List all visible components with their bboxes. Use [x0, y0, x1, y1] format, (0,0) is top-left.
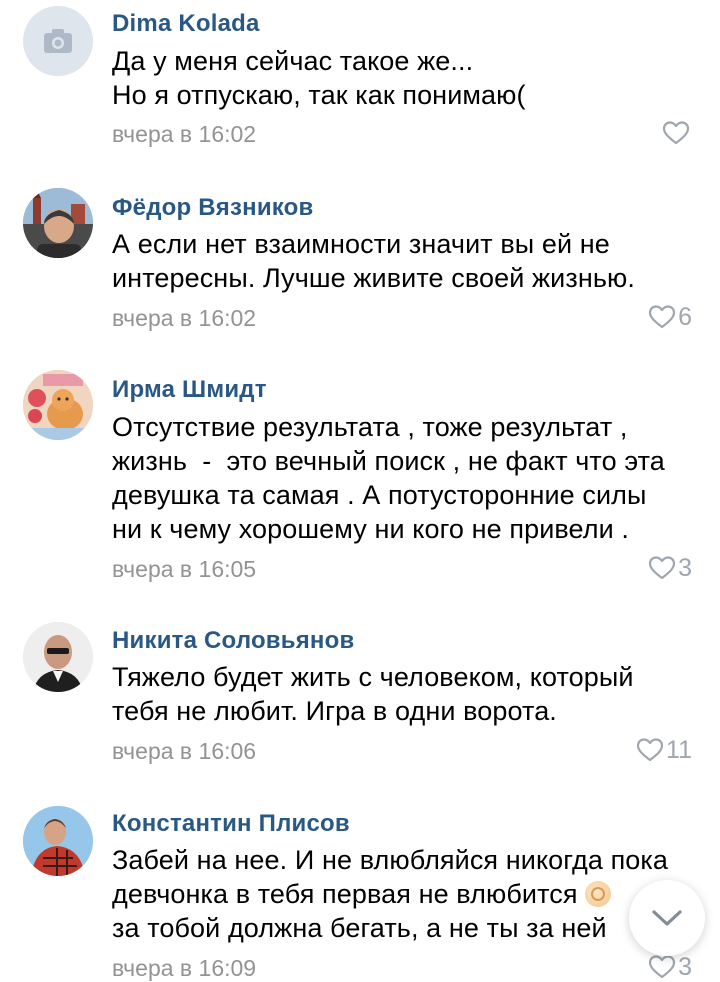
- avatar[interactable]: [23, 188, 93, 258]
- comment-text-line: за тобой должна бегать, а не ты за ней: [112, 913, 607, 943]
- comment-author[interactable]: Dima Kolada: [112, 10, 260, 38]
- comment-text-line: Да у меня сейчас такое же...: [112, 46, 474, 76]
- comment-author[interactable]: Ирма Шмидт: [112, 376, 267, 404]
- user-photo-icon: [23, 806, 93, 876]
- like-button[interactable]: 3: [648, 553, 692, 583]
- like-count: 6: [678, 302, 692, 331]
- comment-text-line: тебя не любит. Игра в одни ворота.: [112, 696, 557, 726]
- heart-outline-icon: [648, 955, 676, 979]
- comment-text-line: девушка та самая . А потусторонние силы: [112, 480, 647, 510]
- like-count: 3: [678, 553, 692, 582]
- comment-text-line: ни к чему хорошему ни кого не привели .: [112, 514, 629, 544]
- scroll-down-button[interactable]: [629, 880, 705, 956]
- comment-text-fragment: девчонка в тебя первая не влюбится: [112, 879, 578, 909]
- comment-text-line: А если нет взаимности значит вы ей не: [112, 229, 610, 259]
- comment-text-line: жизнь - это вечный поиск , не факт что э…: [112, 446, 665, 476]
- camera-placeholder-icon: [44, 29, 72, 53]
- avatar[interactable]: [23, 622, 93, 692]
- comment-time[interactable]: вчера в 16:02: [112, 121, 256, 148]
- comment-author[interactable]: Константин Плисов: [112, 810, 350, 838]
- chevron-down-icon: [652, 910, 682, 926]
- comment-author[interactable]: Фёдор Вязников: [112, 194, 313, 222]
- comment-text-line: Забей на нее. И не влюбляйся никогда пок…: [112, 845, 669, 875]
- user-photo-icon: [23, 188, 93, 258]
- like-button[interactable]: 11: [636, 735, 692, 765]
- comment-author[interactable]: Никита Соловьянов: [112, 627, 354, 655]
- heart-outline-icon: [648, 556, 676, 580]
- user-photo-icon: [23, 622, 93, 692]
- comment-text-line: девчонка в тебя первая не влюбится: [112, 879, 612, 910]
- avatar[interactable]: [23, 370, 93, 440]
- like-count: 3: [678, 952, 692, 981]
- like-count: 11: [666, 735, 692, 764]
- comment-text-line: интересны. Лучше живите своей жизнью.: [112, 263, 635, 293]
- user-photo-icon: [23, 370, 93, 440]
- avatar[interactable]: [23, 6, 93, 76]
- ok-hand-emoji-icon: [585, 881, 612, 907]
- heart-outline-icon: [636, 738, 664, 762]
- like-button[interactable]: 6: [648, 302, 692, 332]
- comment-time[interactable]: вчера в 16:06: [112, 738, 256, 765]
- comment-text-line: Отсутствие результата , тоже результат ,: [112, 412, 628, 442]
- comment-time[interactable]: вчера в 16:02: [112, 305, 256, 332]
- comment-text-line: Но я отпускаю, так как понимаю(: [112, 80, 526, 110]
- comment-text-line: Тяжело будет жить с человеком, который: [112, 662, 634, 692]
- avatar[interactable]: [23, 806, 93, 876]
- comment-time[interactable]: вчера в 16:05: [112, 556, 256, 583]
- like-button[interactable]: [662, 118, 692, 148]
- heart-outline-icon: [662, 121, 690, 145]
- heart-outline-icon: [648, 305, 676, 329]
